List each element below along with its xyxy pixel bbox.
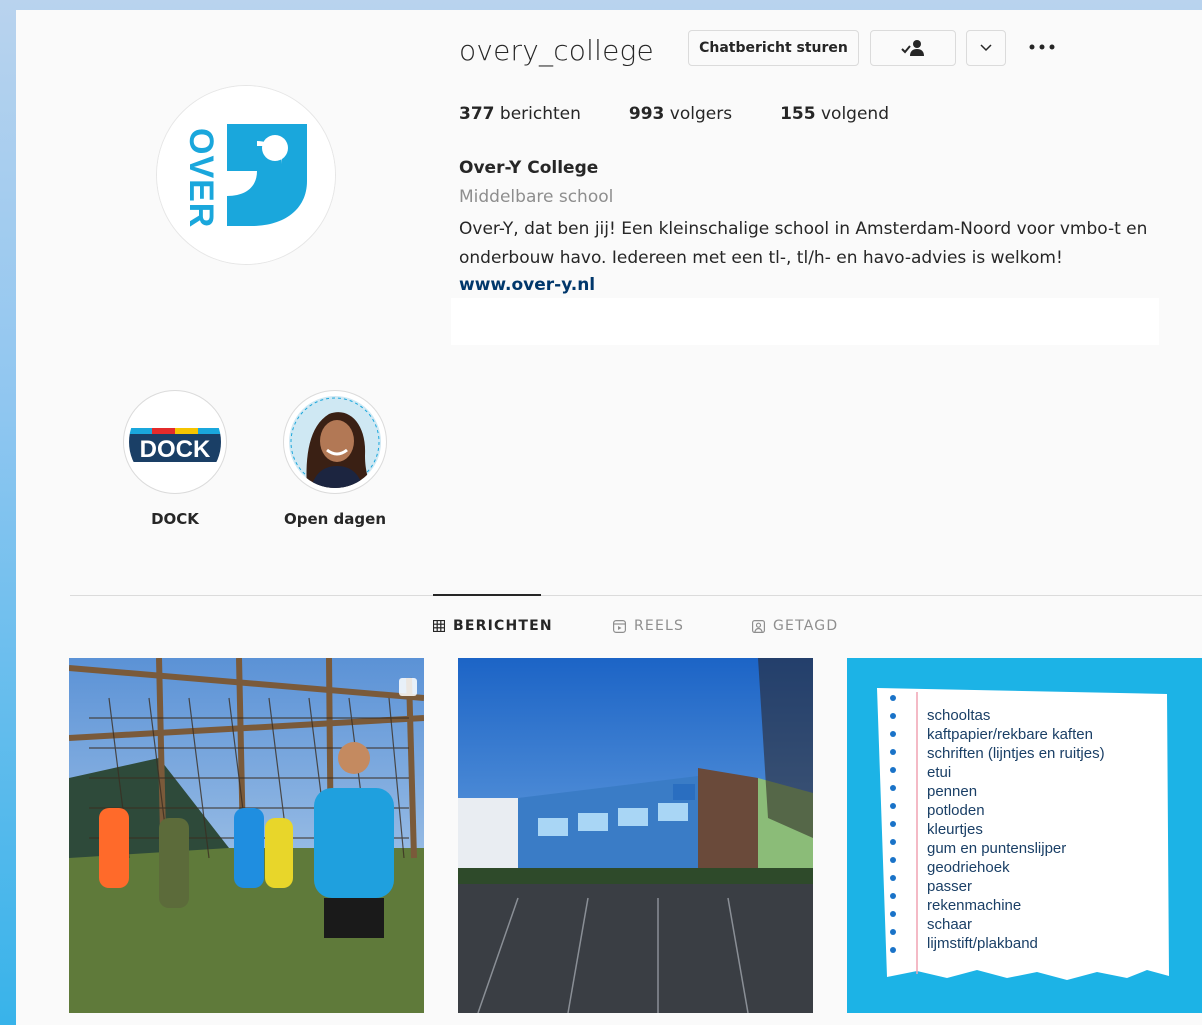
tab-reels[interactable]: REELS bbox=[613, 618, 684, 634]
highlight-cover-dock: DOCK bbox=[129, 396, 221, 488]
person-check-icon bbox=[901, 40, 924, 56]
list-item: schaar bbox=[927, 916, 972, 933]
profile-category: Middelbare school bbox=[459, 187, 614, 207]
list-item: gum en puntenslijper bbox=[927, 840, 1066, 857]
post-thumbnail-climbing[interactable] bbox=[69, 658, 424, 1013]
profile-website-link[interactable]: www.over-y.nl bbox=[459, 275, 595, 295]
tabs-divider bbox=[70, 595, 1202, 596]
list-item: pennen bbox=[927, 783, 977, 800]
highlight-label: DOCK bbox=[151, 510, 199, 528]
highlight-open-dagen[interactable]: Open dagen bbox=[283, 390, 387, 528]
profile-full-name: Over-Y College bbox=[459, 158, 599, 178]
tab-label: GETAGD bbox=[773, 618, 839, 634]
tagged-icon bbox=[752, 619, 765, 633]
highlight-ring: DOCK bbox=[123, 390, 227, 494]
avatar-wordmark: OVER bbox=[182, 128, 220, 228]
more-horizontal-icon bbox=[1029, 44, 1055, 50]
list-item: schooltas bbox=[927, 707, 990, 724]
post-thumbnail-supply-list[interactable]: schooltas kaftpapier/rekbare kaften schr… bbox=[847, 658, 1202, 1013]
list-item: passer bbox=[927, 878, 972, 895]
bio-blank-area bbox=[451, 298, 1159, 345]
following-button[interactable] bbox=[870, 30, 956, 66]
stat-following[interactable]: 155 volgend bbox=[780, 104, 889, 124]
highlight-dock[interactable]: DOCK DOCK bbox=[123, 390, 227, 528]
list-item: potloden bbox=[927, 802, 985, 819]
profile-avatar[interactable]: OVER bbox=[156, 85, 336, 265]
profile-stats: 377 berichten 993 volgers 155 volgend bbox=[459, 104, 937, 124]
tab-label: REELS bbox=[634, 618, 685, 634]
more-options-button[interactable] bbox=[1024, 32, 1060, 62]
highlight-cover-open-dagen bbox=[289, 396, 381, 488]
active-tab-indicator bbox=[433, 594, 541, 596]
highlight-ring bbox=[283, 390, 387, 494]
profile-username: overy_college bbox=[459, 34, 654, 67]
tab-posts[interactable]: BERICHTEN bbox=[433, 618, 553, 634]
profile-bio: Over-Y, dat ben jij! Een kleinschalige s… bbox=[459, 219, 1148, 268]
stat-followers[interactable]: 993 volgers bbox=[629, 104, 732, 124]
message-button[interactable]: Chatbericht sturen bbox=[688, 30, 859, 66]
post-thumbnail-building[interactable] bbox=[458, 658, 813, 1013]
suggestions-dropdown-button[interactable] bbox=[966, 30, 1006, 66]
tab-label: BERICHTEN bbox=[453, 618, 553, 634]
list-item: schriften (lijntjes en ruitjes) bbox=[927, 745, 1105, 762]
tab-tagged[interactable]: GETAGD bbox=[752, 618, 838, 634]
list-item: geodriehoek bbox=[927, 859, 1010, 876]
list-item: rekenmachine bbox=[927, 897, 1021, 914]
grid-icon bbox=[433, 620, 445, 632]
dock-logo-text: DOCK bbox=[140, 436, 211, 463]
highlight-label: Open dagen bbox=[283, 510, 386, 528]
list-item: lijmstift/plakband bbox=[927, 935, 1038, 952]
reels-icon bbox=[613, 619, 626, 633]
profile-page: OVER overy_college Chatbericht sturen 37… bbox=[16, 10, 1202, 1025]
list-item: etui bbox=[927, 764, 951, 781]
list-item: kaftpapier/rekbare kaften bbox=[927, 726, 1093, 743]
chevron-down-icon bbox=[980, 44, 992, 52]
list-item: kleurtjes bbox=[927, 821, 983, 838]
stat-posts[interactable]: 377 berichten bbox=[459, 104, 581, 124]
